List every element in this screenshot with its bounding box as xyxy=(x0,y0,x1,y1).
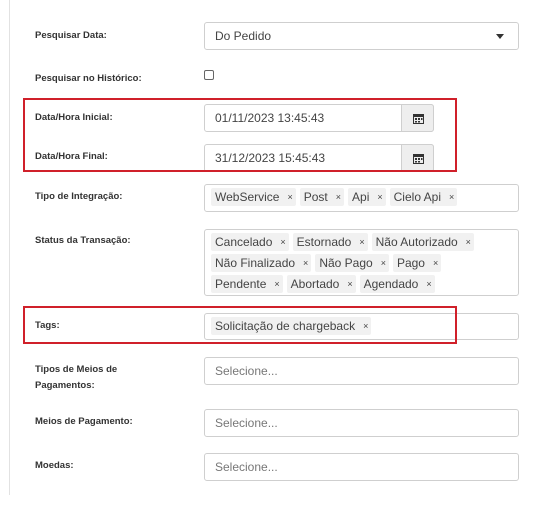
chip: Cielo Api × xyxy=(389,188,458,206)
pesquisar-historico-checkbox[interactable] xyxy=(204,70,214,80)
chip: Agendado × xyxy=(359,275,435,293)
chip-remove-icon[interactable]: × xyxy=(377,192,382,202)
left-border xyxy=(9,0,10,495)
meios-pagamento-select[interactable]: Selecione... xyxy=(204,409,519,437)
chip: Não Finalizado × xyxy=(211,254,312,272)
moedas-select[interactable]: Selecione... xyxy=(204,453,519,481)
chip: Cancelado × xyxy=(211,233,289,251)
highlight-box-tags xyxy=(23,306,457,344)
chip-remove-icon[interactable]: × xyxy=(449,192,454,202)
chip-remove-icon[interactable]: × xyxy=(336,192,341,202)
chip: Pago × xyxy=(392,254,442,272)
chip: Pendente × xyxy=(211,275,283,293)
chip-remove-icon[interactable]: × xyxy=(466,237,471,247)
tipo-integracao-multiselect[interactable]: WebService × Post × Api × Cielo Api × xyxy=(204,184,519,212)
meios-pagamento-label: Meios de Pagamento: xyxy=(35,416,133,427)
status-transacao-multiselect[interactable]: Cancelado × Estornado × Não Autorizado × Nã… xyxy=(204,229,519,296)
tipo-integracao-label: Tipo de Integração: xyxy=(35,191,123,202)
chip-remove-icon[interactable]: × xyxy=(433,258,438,268)
chip-remove-icon[interactable]: × xyxy=(426,279,431,289)
pesquisar-data-label: Pesquisar Data: xyxy=(35,30,107,41)
chip-remove-icon[interactable]: × xyxy=(303,258,308,268)
highlight-box-dates xyxy=(23,98,457,172)
chip: Estornado × xyxy=(292,233,368,251)
chip-remove-icon[interactable]: × xyxy=(347,279,352,289)
moedas-placeholder: Selecione... xyxy=(215,460,278,474)
chip: Post × xyxy=(299,188,345,206)
chip: Api × xyxy=(348,188,386,206)
moedas-label: Moedas: xyxy=(35,460,74,471)
chevron-down-icon xyxy=(496,34,504,39)
chip: Não Pago × xyxy=(315,254,389,272)
chip: WebService × xyxy=(211,188,296,206)
tipos-meios-pagamento-select[interactable]: Selecione... xyxy=(204,357,519,385)
status-transacao-label: Status da Transação: xyxy=(35,235,131,246)
tipos-meios-pagamento-label: Tipos de Meios de Pagamentos: xyxy=(35,364,118,391)
chip-remove-icon[interactable]: × xyxy=(280,237,285,247)
meios-pagamento-placeholder: Selecione... xyxy=(215,416,278,430)
pesquisar-historico-label: Pesquisar no Histórico: xyxy=(35,73,142,84)
pesquisar-data-value: Do Pedido xyxy=(215,29,272,43)
chip-remove-icon[interactable]: × xyxy=(359,237,364,247)
chip-remove-icon[interactable]: × xyxy=(381,258,386,268)
chip: Não Autorizado × xyxy=(371,233,474,251)
chip: Abortado × xyxy=(286,275,356,293)
tipos-meios-pagamento-placeholder: Selecione... xyxy=(215,364,278,378)
pesquisar-data-select[interactable]: Do Pedido xyxy=(204,22,519,50)
chip-remove-icon[interactable]: × xyxy=(274,279,279,289)
chip-remove-icon[interactable]: × xyxy=(287,192,292,202)
